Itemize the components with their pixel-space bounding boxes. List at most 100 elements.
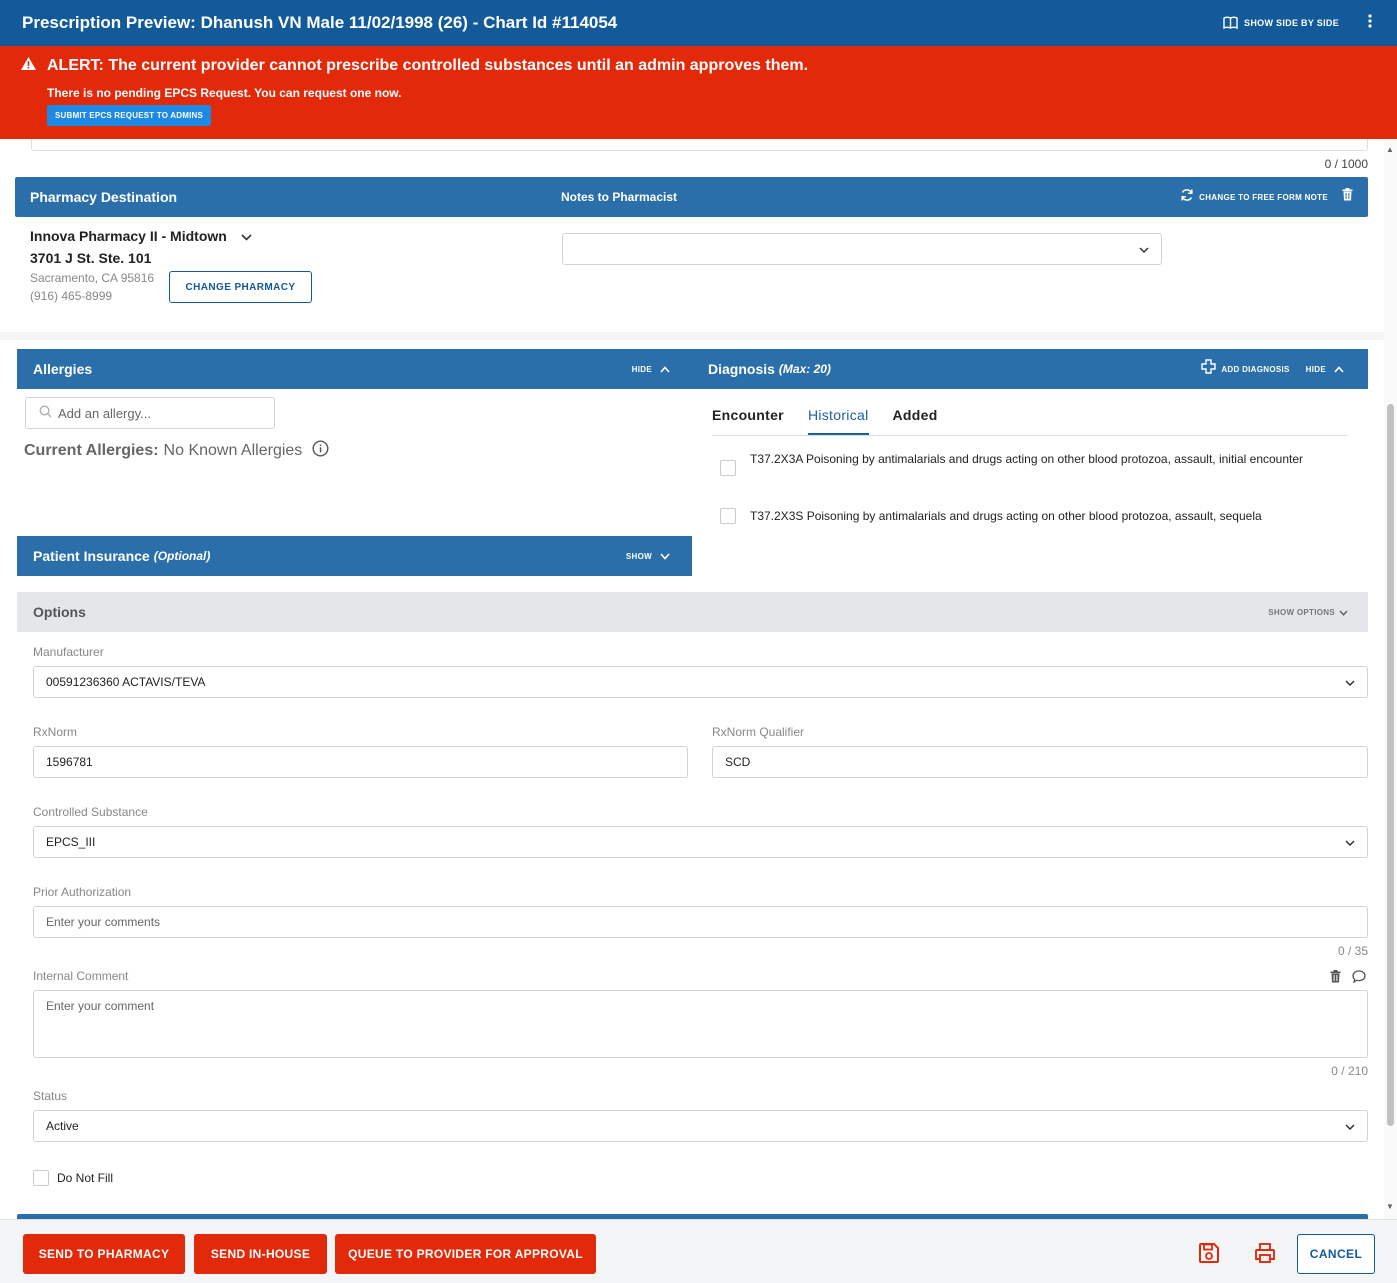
prior-authorization-placeholder: Enter your comments bbox=[46, 915, 161, 929]
kebab-icon[interactable] bbox=[1365, 13, 1375, 33]
scrollbar-thumb[interactable] bbox=[1387, 404, 1394, 1126]
info-icon[interactable] bbox=[312, 440, 329, 462]
status-select[interactable]: Active bbox=[33, 1110, 1368, 1142]
send-in-house-button[interactable]: SEND IN-HOUSE bbox=[194, 1234, 327, 1274]
controlled-substance-select[interactable]: EPCS_III bbox=[33, 826, 1368, 858]
manufacturer-value: 00591236360 ACTAVIS/TEVA bbox=[46, 675, 206, 689]
add-diagnosis-button[interactable]: ADD DIAGNOSIS bbox=[1201, 359, 1289, 379]
allergy-search-input[interactable]: Add an allergy... bbox=[25, 397, 275, 429]
scroll-up-arrow-icon[interactable]: ▲ bbox=[1386, 145, 1394, 154]
manufacturer-label: Manufacturer bbox=[33, 645, 104, 659]
pharmacy-name-dropdown[interactable]: Innova Pharmacy II - Midtown bbox=[30, 228, 252, 244]
options-header: Options SHOW OPTIONS bbox=[17, 592, 1368, 632]
change-pharmacy-button[interactable]: CHANGE PHARMACY bbox=[169, 271, 312, 303]
rxnorm-input[interactable]: 1596781 bbox=[33, 746, 688, 778]
pharmacy-phone: (916) 465-8999 bbox=[30, 289, 113, 303]
notes-to-pharmacist-select[interactable] bbox=[562, 233, 1162, 265]
warning-icon bbox=[20, 56, 37, 76]
diagnosis-checkbox[interactable] bbox=[720, 460, 736, 476]
page-title: Prescription Preview: Dhanush VN Male 11… bbox=[22, 13, 618, 32]
search-icon bbox=[39, 405, 52, 421]
pharmacy-name: Innova Pharmacy II - Midtown bbox=[30, 228, 227, 244]
insurance-show-button[interactable]: SHOW bbox=[626, 547, 670, 565]
add-diagnosis-label: ADD DIAGNOSIS bbox=[1221, 364, 1290, 374]
allergies-title: Allergies bbox=[33, 361, 93, 377]
rxnorm-qualifier-input[interactable]: SCD bbox=[712, 746, 1368, 778]
save-icon[interactable] bbox=[1198, 1242, 1220, 1269]
internal-comment-counter: 0 / 210 bbox=[1331, 1064, 1368, 1078]
alert-message: There is no pending EPCS Request. You ca… bbox=[47, 86, 402, 100]
diagnosis-text: T37.2X3S Poisoning by antimalarials and … bbox=[750, 509, 1262, 523]
diagnosis-item[interactable]: T37.2X3A Poisoning by antimalarials and … bbox=[720, 450, 1320, 476]
diagnosis-title: Diagnosis bbox=[708, 361, 775, 377]
rxnorm-qualifier-value: SCD bbox=[725, 755, 751, 769]
action-footer: SEND TO PHARMACY SEND IN-HOUSE QUEUE TO … bbox=[0, 1219, 1397, 1283]
internal-comment-label: Internal Comment bbox=[33, 969, 129, 983]
show-label: SHOW bbox=[625, 551, 652, 561]
top-char-counter: 0 / 1000 bbox=[1324, 157, 1368, 171]
patient-insurance-title: Patient Insurance bbox=[33, 548, 150, 564]
status-value: Active bbox=[46, 1119, 79, 1133]
controlled-substance-value: EPCS_III bbox=[46, 835, 96, 849]
print-icon[interactable] bbox=[1254, 1242, 1276, 1269]
queue-to-provider-button[interactable]: QUEUE TO PROVIDER FOR APPROVAL bbox=[335, 1234, 596, 1274]
patient-insurance-header[interactable]: Patient Insurance (Optional) SHOW bbox=[17, 536, 692, 576]
chevron-down-icon bbox=[1345, 675, 1355, 689]
hide-label: HIDE bbox=[1305, 364, 1326, 374]
current-allergies-value: No Known Allergies bbox=[163, 442, 303, 459]
show-side-by-side-button[interactable]: SHOW SIDE BY SIDE bbox=[1223, 16, 1339, 31]
comment-icon[interactable] bbox=[1352, 970, 1366, 988]
prior-authorization-input[interactable]: Enter your comments bbox=[33, 906, 1368, 938]
plus-icon bbox=[1201, 359, 1217, 379]
trash-icon[interactable] bbox=[1330, 970, 1341, 988]
cancel-button[interactable]: CANCEL bbox=[1297, 1234, 1375, 1274]
do-not-fill-label: Do Not Fill bbox=[57, 1170, 114, 1185]
rxnorm-label: RxNorm bbox=[33, 725, 77, 739]
hide-label: HIDE bbox=[631, 364, 652, 374]
section-divider bbox=[0, 332, 1384, 340]
book-icon bbox=[1223, 16, 1238, 31]
current-allergies-label: Current Allergies: bbox=[24, 442, 159, 459]
scroll-down-arrow-icon[interactable]: ▼ bbox=[1386, 1202, 1394, 1211]
options-title: Options bbox=[33, 604, 86, 620]
chevron-up-icon bbox=[660, 360, 670, 378]
diagnosis-header: Diagnosis (Max: 20) ADD DIAGNOSIS HIDE bbox=[692, 349, 1368, 389]
tab-historical[interactable]: Historical bbox=[807, 401, 869, 435]
send-to-pharmacy-button[interactable]: SEND TO PHARMACY bbox=[23, 1234, 185, 1274]
chevron-up-icon bbox=[1334, 360, 1344, 378]
trash-icon[interactable] bbox=[1342, 188, 1353, 206]
diagnosis-text: T37.2X3A Poisoning by antimalarials and … bbox=[750, 452, 1304, 466]
tab-added[interactable]: Added bbox=[893, 401, 938, 435]
tab-encounter[interactable]: Encounter bbox=[712, 401, 784, 435]
internal-comment-placeholder: Enter your comment bbox=[46, 999, 155, 1013]
pharmacy-destination-title: Pharmacy Destination bbox=[30, 189, 178, 205]
refresh-icon bbox=[1180, 188, 1194, 207]
prior-authorization-counter: 0 / 35 bbox=[1337, 944, 1368, 958]
change-to-free-form-note-button[interactable]: CHANGE TO FREE FORM NOTE bbox=[1180, 188, 1328, 207]
do-not-fill-checkbox[interactable]: Do Not Fill bbox=[33, 1169, 113, 1186]
rxnorm-value: 1596781 bbox=[46, 755, 93, 769]
diagnosis-hide-button[interactable]: HIDE bbox=[1306, 360, 1344, 378]
diagnosis-tabs: Encounter Historical Added bbox=[712, 401, 1348, 436]
internal-comment-textarea[interactable]: Enter your comment bbox=[33, 990, 1368, 1058]
allergies-header: Allergies HIDE bbox=[17, 349, 692, 389]
diagnosis-max: (Max: 20) bbox=[778, 362, 831, 376]
diagnosis-item[interactable]: T37.2X3S Poisoning by antimalarials and … bbox=[720, 507, 1360, 525]
epcs-alert: ALERT: The current provider cannot presc… bbox=[0, 46, 1397, 139]
diagnosis-checkbox[interactable] bbox=[720, 508, 736, 524]
patient-insurance-optional: (Optional) bbox=[153, 549, 211, 563]
scrollbar[interactable]: ▲ ▼ bbox=[1384, 139, 1397, 1219]
checkbox[interactable] bbox=[33, 1170, 49, 1186]
show-options-button[interactable]: SHOW OPTIONS bbox=[1268, 603, 1348, 621]
chevron-down-icon bbox=[1339, 603, 1348, 621]
chevron-down-icon bbox=[1345, 1119, 1355, 1133]
chevron-down-icon bbox=[1345, 835, 1355, 849]
submit-epcs-request-button[interactable]: SUBMIT EPCS REQUEST TO ADMINS bbox=[47, 105, 212, 126]
pharmacy-city: Sacramento, CA 95816 bbox=[30, 271, 155, 285]
allergies-hide-button[interactable]: HIDE bbox=[632, 360, 670, 378]
comment-textarea-partial[interactable] bbox=[31, 139, 1368, 151]
current-allergies: Current Allergies: No Known Allergies bbox=[24, 440, 329, 462]
manufacturer-select[interactable]: 00591236360 ACTAVIS/TEVA bbox=[33, 666, 1368, 698]
status-label: Status bbox=[33, 1089, 68, 1103]
show-options-label: SHOW OPTIONS bbox=[1268, 607, 1335, 617]
